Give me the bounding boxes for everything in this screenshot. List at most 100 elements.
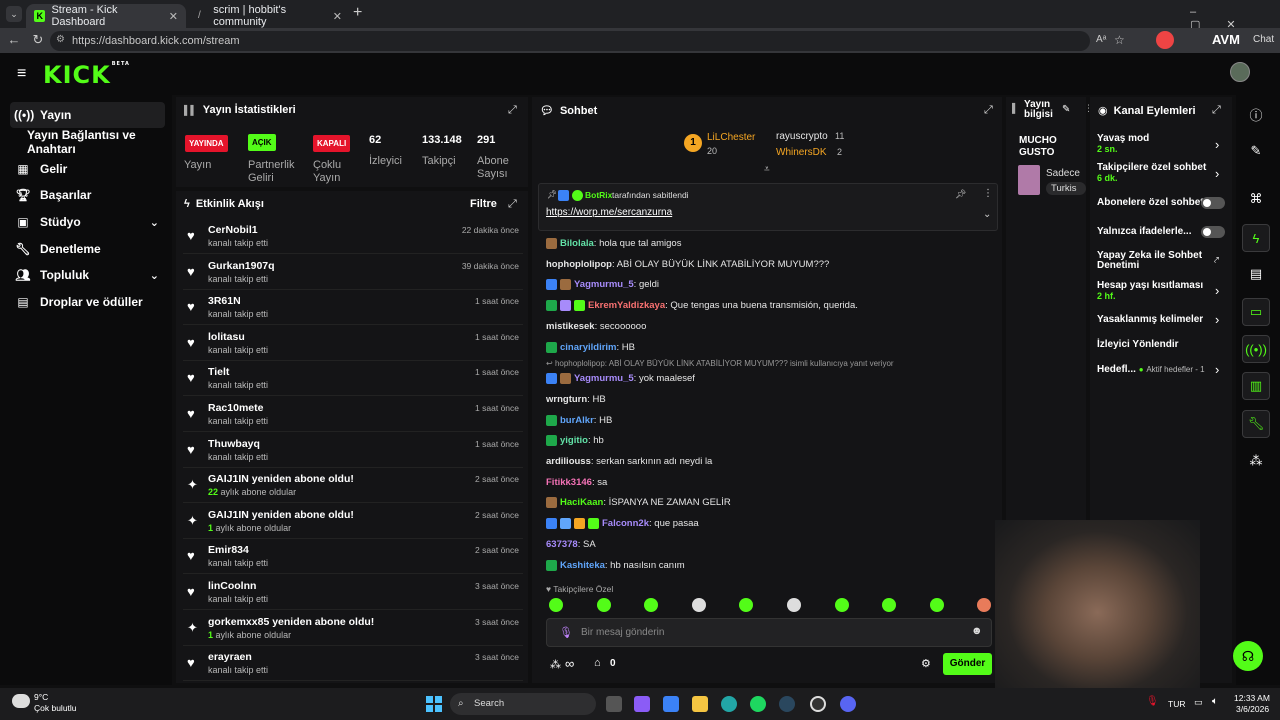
kick-logo[interactable]: KICKBETA xyxy=(43,61,130,89)
leaderboard-third-name[interactable]: WhinersDK xyxy=(776,147,827,158)
chat-message[interactable]: Fitikk3146: sa xyxy=(546,477,607,488)
browser-tab-scrim[interactable]: / scrim | hobbit's community ✕ xyxy=(190,4,350,28)
edit-pencil-icon[interactable]: ✎ xyxy=(1062,104,1070,115)
chevron-right-icon[interactable]: › xyxy=(1215,166,1219,181)
reply-context[interactable]: ↩ hophoplolipop: ABİ OLAY BÜYÜK LİNK ATA… xyxy=(546,359,894,368)
volume-icon[interactable]: 🔈︎ xyxy=(1212,696,1218,707)
chevron-right-icon[interactable]: › xyxy=(1215,312,1219,327)
chat-username[interactable]: HaciKaan xyxy=(560,497,603,508)
help-button[interactable]: ☊ xyxy=(1233,641,1263,671)
chat-message[interactable]: Falconn2k: que pasaa xyxy=(546,518,699,529)
user-avatar[interactable] xyxy=(1230,62,1250,82)
favorite-star-icon[interactable]: ☆ xyxy=(1114,33,1125,47)
chat-icon[interactable]: ▭ xyxy=(1242,298,1270,326)
hamburger-menu-icon[interactable]: ≡ xyxy=(17,65,26,83)
copilot-chat-button[interactable]: Chat xyxy=(1253,34,1274,45)
popout-icon[interactable]: ⤢ xyxy=(508,104,517,117)
grip-icon[interactable]: ▌ xyxy=(1012,103,1018,113)
language-indicator[interactable]: TUR xyxy=(1168,699,1185,709)
chat-username[interactable]: burAlkr xyxy=(560,415,594,426)
chat-username[interactable]: Bilolala xyxy=(560,238,594,249)
microphone-icon[interactable]: 🎙︎ xyxy=(1146,696,1159,707)
close-tab-icon[interactable]: ✕ xyxy=(333,10,342,23)
edit-pencil-icon[interactable]: ✎ xyxy=(1242,137,1270,165)
channel-points-icon[interactable]: ⁂ xyxy=(550,658,561,671)
reader-mode-icon[interactable]: Aᵃ xyxy=(1096,34,1106,45)
activity-row[interactable]: ♥ Tielt kanalı takip etti 1 saat önce xyxy=(183,361,523,397)
activity-row[interactable]: ♥ Gurkan1907q kanalı takip etti 39 dakik… xyxy=(183,255,523,290)
sidebar-item-droplar[interactable]: ▤ Droplar ve ödüller xyxy=(10,289,165,315)
chat-message[interactable]: Yagmurmu_5: yok maalesef xyxy=(546,373,695,384)
chevron-down-icon[interactable]: ⌄ xyxy=(983,209,991,220)
sidebar-item-yayin[interactable]: ((•)) Yayın xyxy=(10,102,165,128)
raid-row[interactable]: İzleyici Yönlendir xyxy=(1097,339,1227,350)
grip-icon[interactable]: ⋮ xyxy=(1084,103,1093,114)
activity-row[interactable]: ♥ linCoolnn kanalı takip etti 3 saat önc… xyxy=(183,575,523,610)
sidebar-item-topluluk[interactable]: 👥︎ Topluluk ⌄ xyxy=(10,262,165,288)
chat-username[interactable]: EkremYaldizkaya xyxy=(588,300,665,311)
activity-row[interactable]: ✦ gorkemxx85 yeniden abone oldu! 1 aylık… xyxy=(183,611,523,646)
store-icon[interactable]: ⌂ xyxy=(594,657,601,669)
activity-row[interactable]: ♥ lolitasu kanalı takip etti 1 saat önce xyxy=(183,326,523,361)
chat-username[interactable]: yigitio xyxy=(560,435,588,446)
discord-icon[interactable] xyxy=(840,696,856,712)
category-thumbnail[interactable] xyxy=(1018,165,1040,195)
emotes-only-toggle[interactable] xyxy=(1201,226,1225,238)
activity-row[interactable]: ♥ Emir834 kanalı takip etti 2 saat önce xyxy=(183,539,523,575)
chevron-right-icon[interactable]: › xyxy=(1215,283,1219,298)
steam-icon[interactable] xyxy=(779,696,795,712)
weather-icon[interactable] xyxy=(12,694,30,708)
activity-row[interactable]: ♥ CerNobil1 kanalı takip etti 22 dakika … xyxy=(183,219,523,254)
ai-moderation-row[interactable]: Yapay Zeka ile Sohbet Denetimi xyxy=(1097,251,1227,271)
unpin-icon[interactable]: 📌︎ xyxy=(955,189,966,200)
chat-message[interactable]: Bilolala: hola que tal amigos xyxy=(546,238,681,249)
emote-icon[interactable] xyxy=(834,598,849,612)
emote-icon[interactable] xyxy=(549,598,563,612)
community-icon[interactable]: ⁂ xyxy=(1242,447,1270,475)
chat-message[interactable]: yigitio: hb xyxy=(546,435,604,446)
extension-avatar-icon[interactable] xyxy=(1156,31,1174,49)
chat-username[interactable]: hophoplolipop xyxy=(546,259,612,270)
lightning-icon[interactable]: ϟ xyxy=(1242,224,1270,252)
leaderboard-first-name[interactable]: LiLChester xyxy=(707,132,755,143)
activity-row[interactable]: ♥ 3R61N kanalı takip etti 1 saat önce xyxy=(183,290,523,326)
grip-icon[interactable]: ▌▌ xyxy=(184,105,197,115)
sidebar-item-studyo[interactable]: ▣ Stüdyo ⌄ xyxy=(10,209,165,235)
emote-icon[interactable] xyxy=(596,598,611,612)
chat-message[interactable]: Yagmurmu_5: geldi xyxy=(546,279,659,290)
camera-icon[interactable]: ⌘ xyxy=(1242,185,1270,213)
copilot-icon[interactable] xyxy=(634,696,650,712)
network-icon[interactable]: ▭ xyxy=(1194,697,1203,708)
store-app-icon[interactable] xyxy=(663,696,679,712)
broadcast-icon[interactable]: ((•)) xyxy=(1242,335,1270,363)
browser-tab-kick-dashboard[interactable]: K Stream - Kick Dashboard ✕ xyxy=(26,4,186,28)
obs-icon[interactable] xyxy=(810,696,826,712)
chat-message[interactable]: 637378: SA xyxy=(546,539,596,550)
file-explorer-icon[interactable] xyxy=(692,696,708,712)
taskbar-search[interactable]: ⌕ Search xyxy=(450,693,596,715)
chevron-right-icon[interactable]: › xyxy=(1215,137,1219,152)
sidebar-item-denetleme[interactable]: 🔧︎ Denetleme xyxy=(10,236,165,262)
new-tab-button[interactable]: + xyxy=(353,4,362,22)
document-icon[interactable]: ▤ xyxy=(1242,260,1270,288)
external-link-icon[interactable]: ⤤ xyxy=(1214,255,1219,266)
leaderboard-second-name[interactable]: rayuscrypto xyxy=(776,131,828,142)
sidebar-item-basarilar[interactable]: 🏆︎ Başarılar xyxy=(10,182,165,208)
back-icon[interactable]: ← xyxy=(6,32,22,48)
chat-input[interactable]: 🎙︎ Bir mesaj gönderin ☻ xyxy=(546,618,992,647)
chat-message[interactable]: mistikesek: secoooooo xyxy=(546,321,646,332)
goals-row[interactable]: Hedefl... ● Aktif hedefler - 1 xyxy=(1097,364,1227,375)
info-icon[interactable]: ⓘ xyxy=(1242,100,1270,128)
sidebar-item-stream-key[interactable]: Yayın Bağlantısı ve Anahtarı xyxy=(10,128,165,156)
filter-button[interactable]: Filtre xyxy=(470,198,497,210)
chat-username[interactable]: 637378 xyxy=(546,539,578,550)
popout-icon[interactable]: ⤢ xyxy=(1212,104,1221,117)
chat-username[interactable]: wrngturn xyxy=(546,394,587,405)
spotify-icon[interactable] xyxy=(750,696,766,712)
chat-message[interactable]: wrngturn: HB xyxy=(546,394,606,405)
sidebar-item-gelir[interactable]: ▦ Gelir xyxy=(10,156,165,182)
chat-username[interactable]: mistikesek xyxy=(546,321,595,332)
chat-username[interactable]: Kashiteka xyxy=(560,560,605,571)
windows-start-icon[interactable] xyxy=(426,696,442,712)
subscribers-only-toggle[interactable] xyxy=(1201,197,1225,209)
